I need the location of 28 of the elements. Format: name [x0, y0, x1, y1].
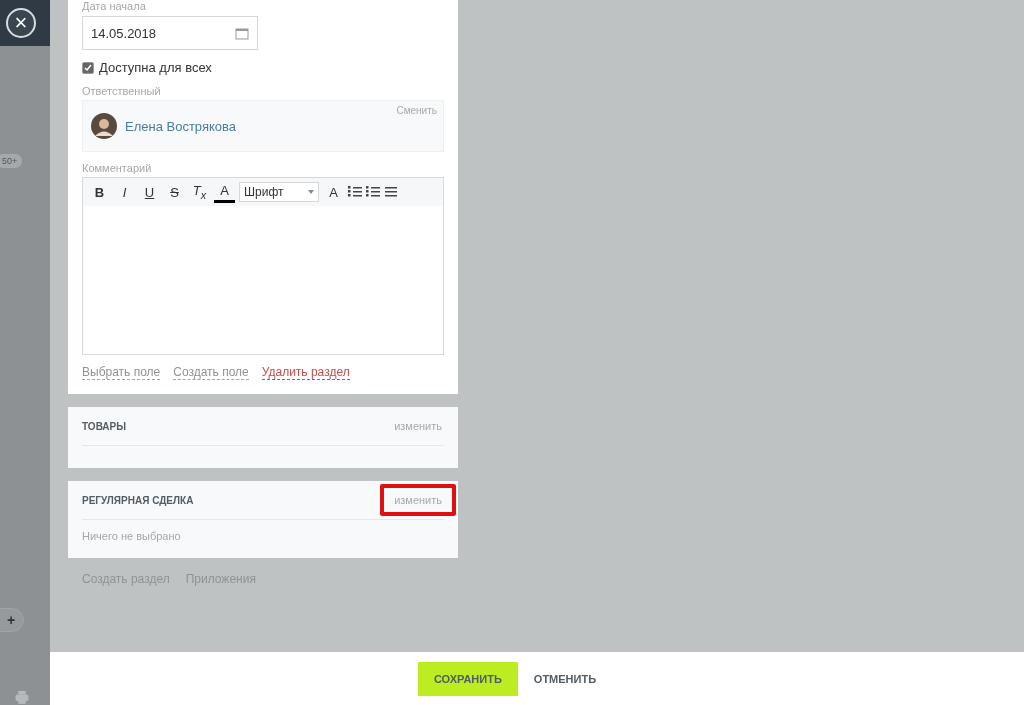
empty-note: Ничего не выбрано	[82, 529, 182, 544]
cancel-button[interactable]: ОТМЕНИТЬ	[523, 672, 607, 685]
font-select[interactable]: Шрифт	[239, 182, 319, 202]
caret-icon	[308, 190, 314, 194]
save-button[interactable]: СОХРАНИТЬ	[417, 661, 518, 696]
field-label: Ответственный	[82, 85, 162, 97]
align-icon[interactable]	[384, 186, 398, 198]
avatar-icon	[91, 113, 117, 139]
field-label: Дата начала	[82, 0, 147, 12]
counter-badge: 50+	[0, 154, 23, 169]
format-button[interactable]: I	[114, 181, 135, 203]
format-button[interactable]: U	[139, 181, 160, 203]
responsible-name-link[interactable]: Елена Вострякова	[125, 118, 237, 134]
format-button[interactable]: T$_{x}$	[189, 181, 210, 203]
format-button[interactable]: A	[214, 181, 235, 203]
field-label: Комментарий	[82, 162, 153, 174]
checkbox[interactable]	[82, 61, 94, 74]
action-link[interactable]: Удалить раздел	[261, 365, 350, 380]
add-button[interactable]: +	[0, 608, 24, 633]
format-button[interactable]: B	[89, 181, 110, 203]
format-button[interactable]: S	[164, 181, 185, 203]
format-button[interactable]: A	[323, 181, 344, 203]
checkbox-label: Доступна для всех	[99, 60, 212, 75]
section-title: ТОВАРЫ	[82, 420, 127, 432]
bulleted-list-icon[interactable]	[366, 186, 380, 198]
date-field[interactable]: 14.05.2018	[82, 16, 258, 50]
calendar-icon[interactable]	[235, 26, 249, 40]
section-title: РЕГУЛЯРНАЯ СДЕЛКА	[82, 494, 194, 506]
